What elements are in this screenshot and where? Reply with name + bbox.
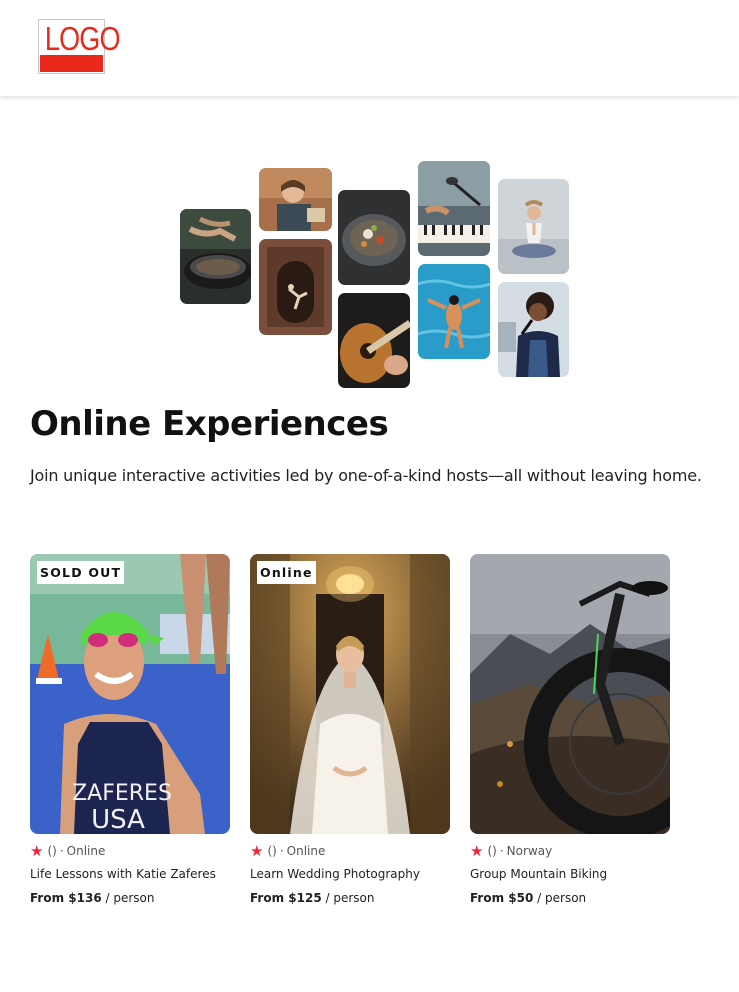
location-label: Online	[286, 844, 326, 858]
jersey-text-usa: USA	[91, 805, 145, 834]
status-badge: Online	[257, 561, 316, 584]
card-price: From $50 / person	[470, 891, 670, 905]
hero-collage	[0, 0, 739, 400]
location-label: Norway	[506, 844, 553, 858]
status-badge: SOLD OUT	[37, 561, 125, 584]
collage-tile-piano	[418, 161, 490, 256]
rating-value: ()	[47, 844, 57, 858]
price-amount: From $136	[30, 891, 102, 905]
collage-tile-cooking	[180, 209, 251, 304]
page-title: Online Experiences	[30, 404, 389, 444]
location-label: Online	[66, 844, 106, 858]
card-meta: ★ () · Norway	[470, 843, 670, 859]
page-subtitle: Join unique interactive activities led b…	[30, 466, 702, 485]
card-price: From $125 / person	[250, 891, 450, 905]
star-icon: ★	[470, 842, 484, 860]
card-meta: ★ () · Online	[30, 843, 230, 859]
collage-tile-yoga	[498, 179, 569, 274]
collage-tile-swimmer	[418, 264, 490, 359]
card-price: From $136 / person	[30, 891, 230, 905]
meta-separator: ·	[279, 844, 284, 858]
price-amount: From $50	[470, 891, 534, 905]
collage-tile-food-bowl	[338, 190, 410, 285]
card-image[interactable]: Online	[250, 554, 450, 834]
jersey-text-zaferes: ZAFERES	[72, 781, 172, 806]
collage-tile-dancer	[259, 239, 332, 335]
price-unit: / person	[105, 891, 155, 905]
star-icon: ★	[30, 842, 44, 860]
collage-tile-host-woman	[259, 168, 332, 231]
rating-value: ()	[487, 844, 497, 858]
price-unit: / person	[325, 891, 375, 905]
star-icon: ★	[250, 842, 264, 860]
meta-separator: ·	[499, 844, 504, 858]
card-title[interactable]: Group Mountain Biking	[470, 867, 670, 883]
card-image[interactable]	[470, 554, 670, 834]
collage-tile-guitar	[338, 293, 410, 388]
price-amount: From $125	[250, 891, 322, 905]
experience-card-3[interactable]: ★ () · Norway Group Mountain Biking From…	[470, 554, 670, 905]
price-unit: / person	[537, 891, 587, 905]
rating-value: ()	[267, 844, 277, 858]
card-title[interactable]: Life Lessons with Katie Zaferes	[30, 867, 230, 883]
card-image[interactable]: ZAFERES USA SOLD OUT	[30, 554, 230, 834]
experience-card-1[interactable]: ZAFERES USA SOLD OUT ★ () · Online Life …	[30, 554, 230, 905]
card-meta: ★ () · Online	[250, 843, 450, 859]
experience-card-2[interactable]: Online ★ () · Online Learn Wedding Photo…	[250, 554, 450, 905]
card-title[interactable]: Learn Wedding Photography	[250, 867, 450, 883]
meta-separator: ·	[59, 844, 64, 858]
collage-tile-singer	[498, 282, 569, 377]
